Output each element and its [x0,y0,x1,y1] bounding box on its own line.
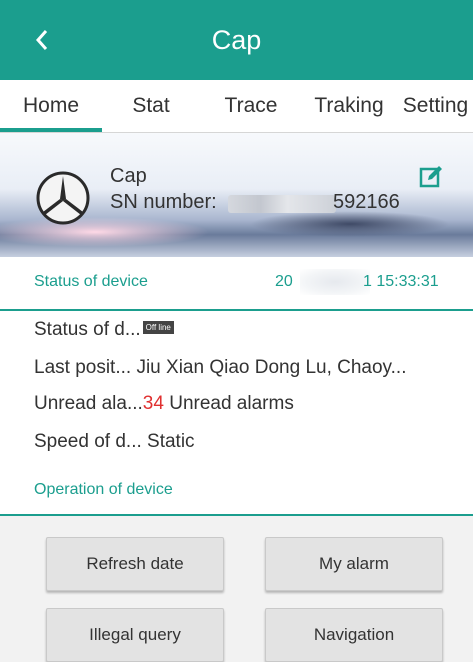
page-title: Cap [211,25,262,55]
navigation-button[interactable]: Navigation [265,608,443,662]
device-banner: Cap SN number: 592166 [0,133,473,257]
tab-traking[interactable]: Traking [303,80,395,132]
last-position-value: Jiu Xian Qiao Dong Lu, Chaoy... [136,357,407,378]
last-position-row: Last posit... Jiu Xian Qiao Dong Lu, Cha… [34,357,406,379]
status-time-redacted [300,269,370,295]
sn-redacted [228,195,336,213]
operation-divider [0,514,473,516]
device-details: Status of d... Off line Last posit... Jiu… [0,311,473,514]
speed-value: Static [147,431,195,452]
illegal-query-button[interactable]: Illegal query [46,608,224,662]
offline-badge: Off line [142,321,174,335]
tab-stat[interactable]: Stat [113,80,189,132]
banner-shadow [250,211,450,237]
status-time-suffix: 1 15:33:31 [363,273,439,290]
speed-row: Speed of d... Static [34,431,195,453]
my-alarm-button[interactable]: My alarm [265,537,443,591]
last-position-label: Last posit... [34,357,132,378]
status-title: Status of device [34,273,148,290]
status-section-header: Status of device 20 1 15:33:31 [0,257,473,311]
tab-setting[interactable]: Setting [398,80,473,132]
status-time-prefix: 20 [275,273,293,290]
device-name: Cap [110,165,147,187]
banner-glow [0,217,210,247]
sn-visible-suffix: 592166 [333,191,400,213]
operation-title: Operation of device [34,481,173,498]
title-bar: Cap [0,0,473,80]
speed-label: Speed of d... [34,431,142,452]
tab-bar: Home Stat Trace Traking Setting [0,80,473,133]
unread-alarms-row: Unread ala...34 Unread alarms [34,393,294,415]
tab-home[interactable]: Home [0,80,102,132]
active-tab-indicator [0,128,102,132]
device-status-row: Status of d... Off line [34,319,174,341]
sn-label: SN number: [110,191,217,213]
edit-icon[interactable] [418,164,444,190]
device-status-label: Status of d... [34,319,141,340]
unread-alarms-count: 34 [142,393,164,414]
unread-alarms-text: Unread alarms [163,393,294,414]
tab-trace[interactable]: Trace [206,80,296,132]
mercedes-logo-icon [35,170,91,226]
unread-alarms-label: Unread ala... [34,393,143,414]
refresh-date-button[interactable]: Refresh date [46,537,224,591]
